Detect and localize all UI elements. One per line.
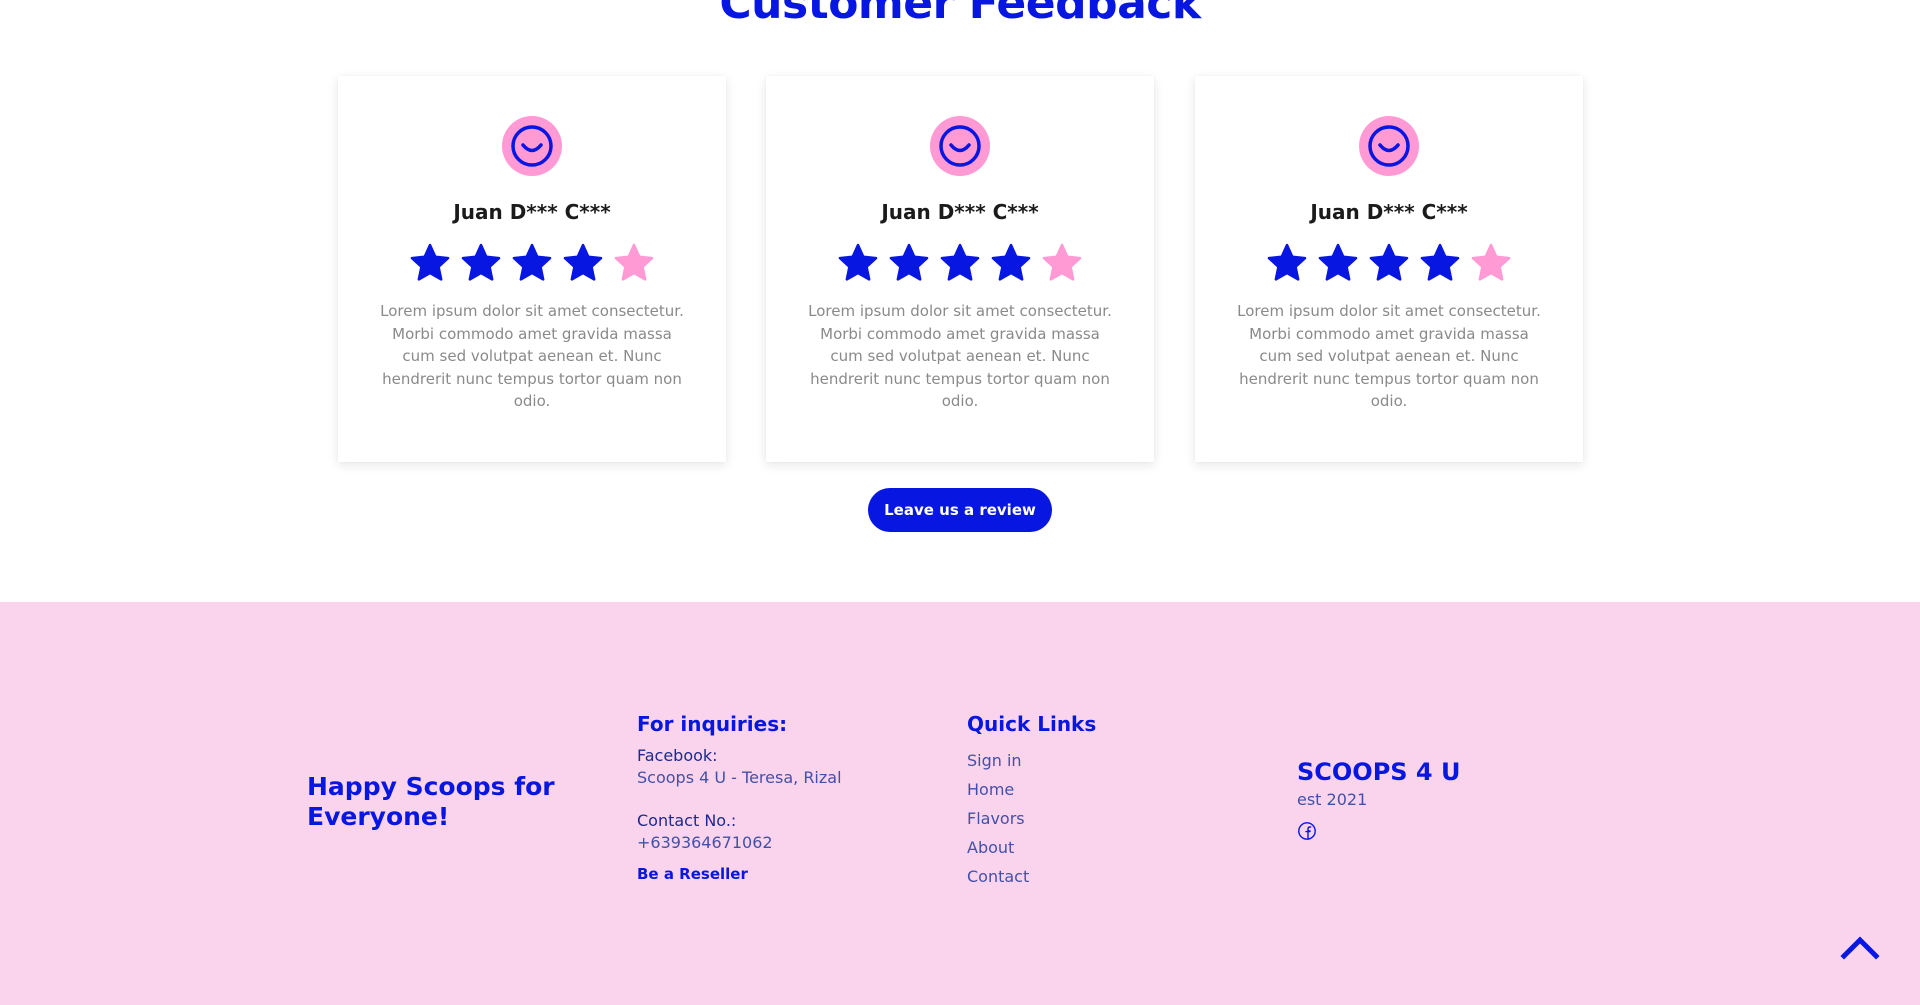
leave-review-button[interactable]: Leave us a review bbox=[868, 488, 1052, 532]
review-text: Lorem ipsum dolor sit amet consectetur. … bbox=[380, 302, 684, 410]
home-link[interactable]: Home bbox=[967, 780, 1014, 799]
filled-star-icon bbox=[991, 243, 1031, 281]
filled-star-icon bbox=[1420, 243, 1460, 281]
smiley-face-icon bbox=[1359, 116, 1419, 176]
page: Customer Feedback Juan D*** C*** Lorem i… bbox=[0, 0, 1920, 1005]
section-title: Customer Feedback bbox=[719, 0, 1201, 29]
reviewer-name: Juan D*** C*** bbox=[1310, 200, 1468, 224]
sign-in-link[interactable]: Sign in bbox=[967, 751, 1022, 770]
filled-star-icon bbox=[563, 243, 603, 281]
filled-star-icon bbox=[889, 243, 929, 281]
filled-star-icon bbox=[512, 243, 552, 281]
filled-star-icon bbox=[838, 243, 878, 281]
empty-star-icon bbox=[1042, 243, 1082, 281]
review-card: Juan D*** C*** Lorem ipsum dolor sit ame… bbox=[1195, 76, 1583, 462]
quick-link-item: Contact bbox=[967, 867, 1029, 896]
chevron-up-icon bbox=[1840, 936, 1880, 960]
review-card: Juan D*** C*** Lorem ipsum dolor sit ame… bbox=[766, 76, 1154, 462]
about-link[interactable]: About bbox=[967, 838, 1014, 857]
customer-feedback-section: Customer Feedback Juan D*** C*** Lorem i… bbox=[0, 0, 1920, 602]
facebook-value: Scoops 4 U - Teresa, Rizal bbox=[637, 768, 842, 787]
facebook-label: Facebook: bbox=[637, 746, 718, 765]
filled-star-icon bbox=[940, 243, 980, 281]
filled-star-icon bbox=[410, 243, 450, 281]
star-rating bbox=[338, 243, 726, 283]
filled-star-icon bbox=[1369, 243, 1409, 281]
quick-link-item: Sign in bbox=[967, 751, 1029, 780]
reviewer-name: Juan D*** C*** bbox=[453, 200, 611, 224]
review-text: Lorem ipsum dolor sit amet consectetur. … bbox=[808, 302, 1112, 410]
reviewer-name: Juan D*** C*** bbox=[881, 200, 1039, 224]
filled-star-icon bbox=[1318, 243, 1358, 281]
review-text: Lorem ipsum dolor sit amet consectetur. … bbox=[1237, 302, 1541, 410]
footer-tagline: Happy Scoops for Everyone! bbox=[307, 772, 555, 831]
quick-link-item: Flavors bbox=[967, 809, 1029, 838]
contact-label: Contact No.: bbox=[637, 811, 737, 830]
be-a-reseller-link[interactable]: Be a Reseller bbox=[637, 865, 748, 883]
contact-value: +639364671062 bbox=[637, 833, 773, 852]
contact-link[interactable]: Contact bbox=[967, 867, 1029, 886]
back-to-top-button[interactable] bbox=[1838, 932, 1882, 962]
empty-star-icon bbox=[1471, 243, 1511, 281]
quick-links-heading: Quick Links bbox=[967, 712, 1097, 736]
facebook-icon[interactable] bbox=[1297, 821, 1317, 841]
inquiries-heading: For inquiries: bbox=[637, 712, 788, 736]
star-rating bbox=[1195, 243, 1583, 283]
brand-established: est 2021 bbox=[1297, 790, 1368, 809]
smiley-face-icon bbox=[502, 116, 562, 176]
quick-link-item: About bbox=[967, 838, 1029, 867]
empty-star-icon bbox=[614, 243, 654, 281]
quick-link-item: Home bbox=[967, 780, 1029, 809]
filled-star-icon bbox=[1267, 243, 1307, 281]
smiley-face-icon bbox=[930, 116, 990, 176]
quick-links-list: Sign in Home Flavors About Contact bbox=[967, 751, 1029, 896]
star-rating bbox=[766, 243, 1154, 283]
flavors-link[interactable]: Flavors bbox=[967, 809, 1025, 828]
review-card: Juan D*** C*** Lorem ipsum dolor sit ame… bbox=[338, 76, 726, 462]
filled-star-icon bbox=[461, 243, 501, 281]
footer: Happy Scoops for Everyone! For inquiries… bbox=[0, 602, 1920, 1005]
brand-name: SCOOPS 4 U bbox=[1297, 758, 1461, 786]
